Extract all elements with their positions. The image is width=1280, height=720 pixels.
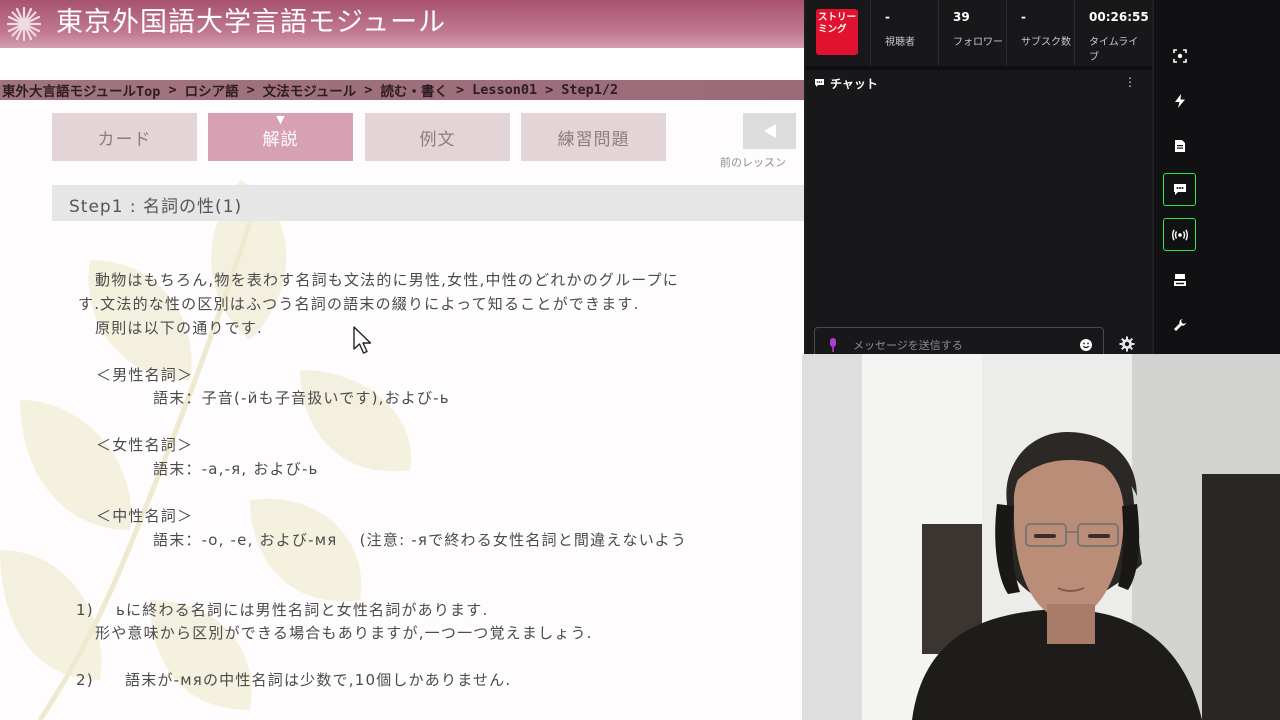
webcam-person-image [802,354,1280,720]
note-text-line: 語末が-мяの中性名詞は少数で,10個しかありません. [125,671,512,689]
tab-card[interactable]: カード [52,113,197,161]
neuter-heading: ＜中性名詞＞ [96,507,194,525]
tab-exercises[interactable]: 練習問題 [521,113,666,161]
broadcast-icon [1171,228,1188,241]
snowflake-logo-icon [6,6,42,42]
step-title: Step1 : 名詞の性(1) [69,197,243,217]
chat-toggle-button[interactable] [1163,173,1196,206]
screenshot-button[interactable] [1163,39,1196,72]
breadcrumb-separator: > [364,82,373,98]
breadcrumb-item-top[interactable]: 東外大言語モジュールTop [2,80,160,100]
layout-button[interactable] [1163,263,1196,296]
wrench-icon [1173,318,1186,331]
screenshot-icon [1172,48,1187,63]
breadcrumb-separator: > [246,82,255,98]
chat-message-input[interactable] [853,337,1073,353]
stat-value: - [885,10,890,24]
intro-text-line: 動物はもちろん,物を表わす名詞も文法的に男性,女性,中性のどれかのグループに [95,271,680,289]
stat-label: 視聴者 [885,37,915,48]
emoji-icon[interactable] [1079,338,1093,352]
feminine-rule: 語末：-а,-я, および-ь [153,460,319,478]
stat-value: - [1021,10,1026,24]
lesson-page: 東京外国語大学言語モジュール 東外大言語モジュールTop > ロシア語 > 文法… [0,0,804,720]
chat-bubble-icon [1173,184,1186,195]
document-icon [1174,139,1185,152]
chat-header: チャット ⋮ [806,70,1152,96]
quick-actions-button[interactable] [1163,84,1196,117]
tab-label: 例文 [419,129,456,150]
stat-viewers: - 視聴者 [870,0,938,66]
masculine-heading: ＜男性名詞＞ [96,366,194,384]
breadcrumb-item-step: Step1/2 [561,82,619,98]
tab-label: 解説 [262,129,299,150]
note-number: 2) [76,671,94,689]
stat-label: フォロワー [953,37,1003,48]
breadcrumb-item-module[interactable]: 文法モジュール [263,80,357,100]
breadcrumb: 東外大言語モジュールTop > ロシア語 > 文法モジュール > 読む・書く >… [0,80,804,100]
note-text-line: ьに終わる名詞には男性名詞と女性名詞があります. [116,601,489,619]
webcam-feed [802,354,1280,720]
intro-text-line: す.文法的な性の区別はふつう名詞の語末の綴りによって知ることができます. [78,295,640,313]
layout-icon [1173,273,1186,286]
chat-bubble-icon [815,79,824,87]
feminine-heading: ＜女性名詞＞ [96,436,194,454]
notes-button[interactable] [1163,129,1196,162]
neuter-rule: 語末：-о, -е, および-мя (注意: -яで終わる女性名詞と間違えないよ… [153,531,688,549]
stat-live-time: 00:26:55 タイムライブ [1074,0,1152,66]
breadcrumb-separator: > [545,82,554,98]
gear-icon[interactable] [1119,336,1135,352]
tab-examples[interactable]: 例文 [365,113,510,161]
step-title-bar: Step1 : 名詞の性(1) [52,185,804,221]
mouse-pointer-icon [353,326,372,354]
tab-label: 練習問題 [557,129,630,150]
prev-lesson-button[interactable] [743,113,796,149]
stat-label: タイムライブ [1089,37,1139,63]
stat-value: 39 [953,10,970,24]
broadcast-toggle-button[interactable] [1163,218,1196,251]
microphone-icon[interactable] [829,338,837,352]
kebab-menu-icon[interactable]: ⋮ [1124,75,1136,91]
breadcrumb-item-lesson[interactable]: Lesson01 [472,82,537,98]
stat-value: 00:26:55 [1089,10,1149,24]
chat-panel: チャット ⋮ [806,70,1152,367]
site-title[interactable]: 東京外国語大学言語モジュール [56,4,446,42]
arrow-left-icon [763,124,776,138]
breadcrumb-separator: > [168,82,177,98]
stat-subscribers: - サブスク数 [1006,0,1074,66]
site-header: 東京外国語大学言語モジュール [0,0,804,48]
stat-followers: 39 フォロワー [938,0,1006,66]
prev-lesson-label[interactable]: 前のレッスン [720,154,786,170]
toolbar-background [1204,0,1280,360]
tab-label: カード [97,129,152,150]
streaming-status-label: ストリーミング [818,12,857,35]
note-number: 1) [76,601,94,619]
breadcrumb-item-language[interactable]: ロシア語 [185,80,239,100]
side-toolbar [1153,0,1204,360]
masculine-rule: 語末：子音(-йも子音扱いです),および-ь [153,389,450,407]
intro-text-line: 原則は以下の通りです. [95,319,263,337]
stat-label: サブスク数 [1021,37,1071,48]
breadcrumb-item-skill[interactable]: 読む・書く [380,80,448,100]
active-tab-marker-icon: ▼ [276,113,285,126]
lightning-icon [1174,93,1185,108]
tab-explanation[interactable]: ▼ 解説 [208,113,353,161]
note-text-line: 形や意味から区別ができる場合もありますが,一つ一つ覚えましょう. [95,624,593,642]
streaming-status-badge[interactable]: ストリーミング [816,9,858,55]
stream-stats-bar: ストリーミング - 視聴者 39 フォロワー - サブスク数 00:26:55 … [806,0,1152,66]
chat-title: チャット [830,77,878,91]
tools-button[interactable] [1163,308,1196,341]
breadcrumb-separator: > [455,82,465,98]
header-spacer [0,48,804,78]
